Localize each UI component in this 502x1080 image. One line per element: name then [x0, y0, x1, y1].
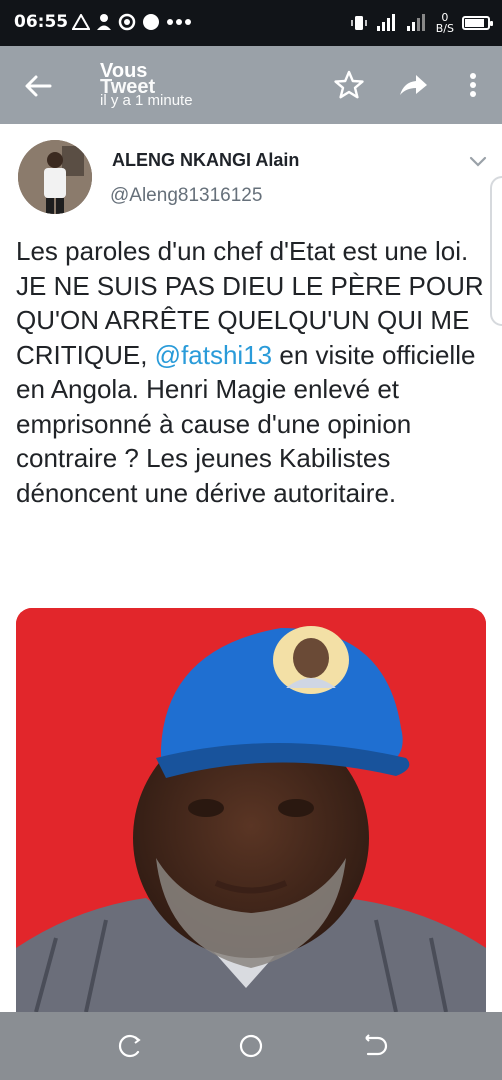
signal-icon-2 — [406, 14, 425, 31]
header-subtitle: il y a 1 minute — [100, 92, 193, 109]
tweet-card: ALENG NKANGI Alain @Aleng81316125 Les pa… — [0, 124, 502, 1012]
warning-triangle-icon — [72, 14, 90, 30]
back-icon[interactable] — [360, 1032, 388, 1060]
person-icon — [97, 14, 111, 30]
author-handle[interactable]: @Aleng81316125 — [110, 185, 262, 207]
battery-level — [465, 19, 484, 27]
photo-image — [16, 608, 486, 1012]
home-icon[interactable] — [237, 1032, 265, 1060]
speed-unit: B/S — [435, 22, 454, 35]
notification-icons — [72, 10, 192, 34]
status-bar: 06:55 0 B/S — [0, 0, 502, 46]
author-name[interactable]: ALENG NKANGI Alain — [112, 150, 299, 171]
chevron-down-icon[interactable] — [468, 154, 488, 168]
avatar[interactable] — [18, 140, 92, 214]
battery-icon — [462, 16, 493, 30]
recent-apps-icon[interactable] — [116, 1032, 144, 1060]
share-icon[interactable] — [396, 68, 430, 102]
system-nav-bar — [0, 1012, 502, 1080]
network-speed: 0 B/S — [436, 12, 454, 34]
back-arrow-icon[interactable] — [20, 68, 56, 104]
status-time: 06:55 — [14, 12, 69, 32]
status-right: 0 B/S — [350, 10, 493, 36]
tweet-photo[interactable] — [16, 608, 486, 1012]
wifi-calling-icon — [118, 13, 136, 31]
scroll-edge — [490, 176, 502, 326]
avatar-image — [18, 140, 92, 214]
more-vert-icon[interactable] — [456, 68, 490, 102]
app-header: Vous Tweet il y a 1 minute — [0, 46, 502, 124]
mention-link[interactable]: @fatshi13 — [155, 340, 272, 370]
vibrate-icon — [351, 16, 367, 30]
star-icon[interactable] — [332, 68, 366, 102]
more-dots-icon — [167, 19, 191, 25]
tweet-text: Les paroles d'un chef d'Etat est une loi… — [16, 234, 486, 510]
signal-icon — [376, 14, 395, 31]
circle-icon — [143, 14, 159, 30]
